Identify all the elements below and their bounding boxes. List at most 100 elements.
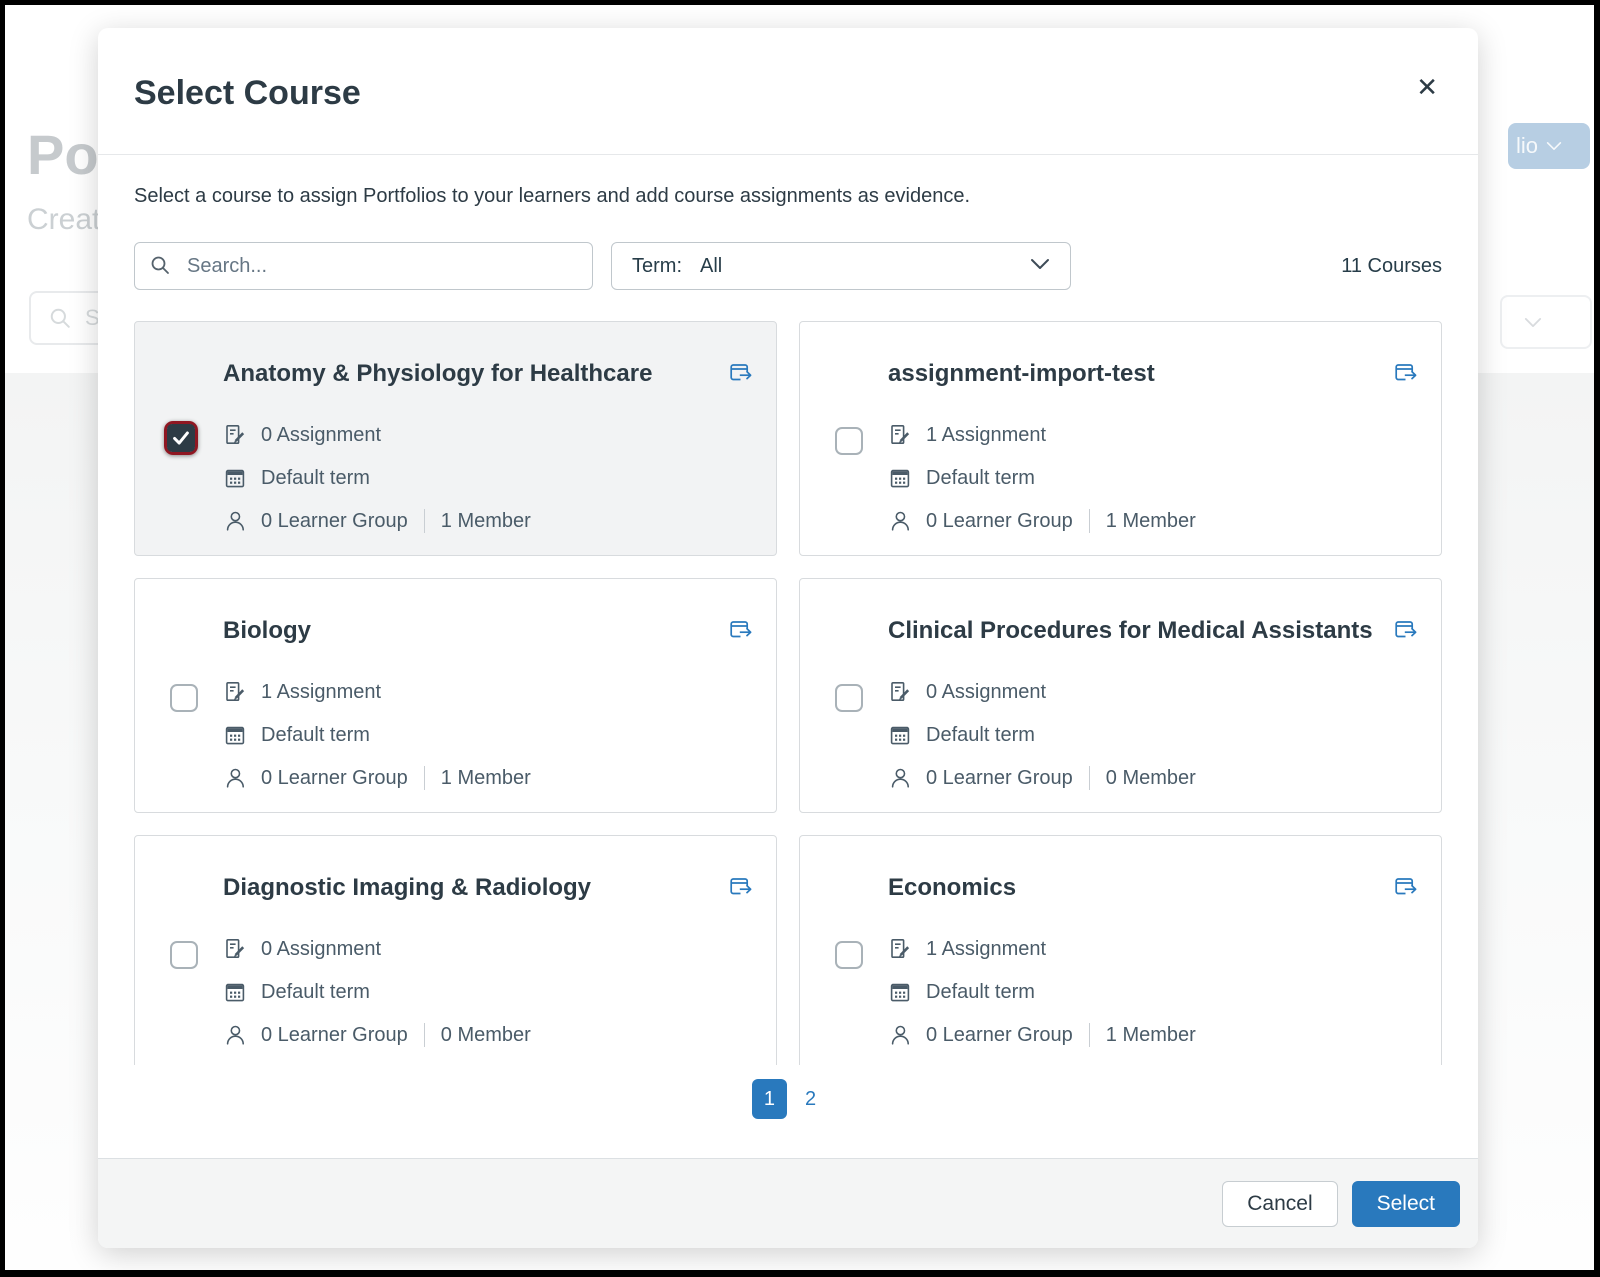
course-title: Biology	[223, 617, 311, 645]
term-name: Default term	[926, 467, 1035, 490]
course-checkbox[interactable]	[835, 941, 863, 969]
assignment-icon	[888, 680, 912, 704]
course-card-diagnostic-imaging[interactable]: Diagnostic Imaging & Radiology 0 Assignm…	[134, 835, 777, 1065]
search-icon	[150, 255, 170, 280]
calendar-icon	[888, 723, 912, 747]
course-card-clinical-procedures[interactable]: Clinical Procedures for Medical Assistan…	[799, 578, 1442, 813]
course-title: Anatomy & Physiology for Healthcare	[223, 360, 652, 388]
course-count: 11 Courses	[1341, 255, 1442, 278]
member-count: 0 Member	[441, 1024, 531, 1047]
person-icon	[888, 1023, 912, 1047]
learner-group-count: 0 Learner Group	[261, 510, 408, 533]
assignment-count: 0 Assignment	[261, 938, 381, 961]
term-name: Default term	[261, 981, 370, 1004]
filter-controls: Term: All 11 Courses	[134, 242, 1442, 290]
chevron-down-icon	[1030, 257, 1050, 275]
open-course-icon[interactable]	[1393, 362, 1419, 386]
modal-title: Select Course	[134, 72, 1442, 114]
assignment-count: 1 Assignment	[926, 424, 1046, 447]
person-icon	[888, 509, 912, 533]
divider	[1089, 509, 1090, 533]
screenshot-frame: Por Creat Se lio Select Course ✕ Select …	[0, 0, 1600, 1277]
modal-footer: Cancel Select	[98, 1158, 1478, 1248]
search-icon	[49, 307, 71, 329]
assignment-count: 0 Assignment	[926, 681, 1046, 704]
assignment-count: 1 Assignment	[261, 681, 381, 704]
member-count: 1 Member	[1106, 510, 1196, 533]
select-button[interactable]: Select	[1352, 1181, 1460, 1227]
term-name: Default term	[926, 724, 1035, 747]
learner-group-count: 0 Learner Group	[926, 767, 1073, 790]
course-card-biology[interactable]: Biology 1 Assignment Default term 0 Lear…	[134, 578, 777, 813]
course-checkbox[interactable]	[835, 427, 863, 455]
search-input[interactable]	[134, 242, 593, 290]
assignment-count: 1 Assignment	[926, 938, 1046, 961]
assignment-count: 0 Assignment	[261, 424, 381, 447]
divider	[1089, 1023, 1090, 1047]
portfolio-page: Por Creat Se lio Select Course ✕ Select …	[5, 5, 1594, 1270]
term-filter-value: All	[700, 255, 722, 278]
course-search	[134, 242, 593, 290]
cancel-button[interactable]: Cancel	[1222, 1181, 1337, 1227]
person-icon	[223, 1023, 247, 1047]
chevron-down-icon	[1524, 317, 1542, 328]
member-count: 1 Member	[1106, 1024, 1196, 1047]
checkmark-icon	[170, 427, 192, 449]
annotation-highlight	[164, 421, 198, 455]
pagination-page-2[interactable]: 2	[797, 1084, 824, 1115]
assignment-icon	[223, 937, 247, 961]
divider	[424, 509, 425, 533]
course-checkbox[interactable]	[170, 684, 198, 712]
open-course-icon[interactable]	[728, 876, 754, 900]
term-name: Default term	[926, 981, 1035, 1004]
select-course-modal: Select Course ✕ Select a course to assig…	[98, 28, 1478, 1248]
course-title: Clinical Procedures for Medical Assistan…	[888, 617, 1373, 645]
calendar-icon	[888, 980, 912, 1004]
course-checkbox[interactable]	[167, 424, 195, 452]
course-card-assignment-import-test[interactable]: assignment-import-test 1 Assignment Defa…	[799, 321, 1442, 556]
course-title: Economics	[888, 874, 1016, 902]
term-filter-select[interactable]: Term: All	[611, 242, 1071, 290]
pagination: 1 2	[98, 1079, 1478, 1119]
close-button[interactable]: ✕	[1410, 68, 1444, 106]
chevron-down-icon	[1546, 141, 1562, 151]
open-course-icon[interactable]	[1393, 876, 1419, 900]
calendar-icon	[223, 980, 247, 1004]
backdrop-page-subtitle: Creat	[27, 203, 100, 237]
calendar-icon	[223, 723, 247, 747]
assignment-icon	[888, 937, 912, 961]
pagination-page-1[interactable]: 1	[752, 1079, 787, 1119]
member-count: 0 Member	[1106, 767, 1196, 790]
term-filter-label: Term:	[632, 255, 682, 278]
person-icon	[223, 509, 247, 533]
member-count: 1 Member	[441, 510, 531, 533]
divider	[1089, 766, 1090, 790]
course-title: Diagnostic Imaging & Radiology	[223, 874, 591, 902]
assignment-icon	[888, 423, 912, 447]
member-count: 1 Member	[441, 767, 531, 790]
divider	[424, 1023, 425, 1047]
open-course-icon[interactable]	[728, 362, 754, 386]
backdrop-button-label: lio	[1516, 133, 1538, 159]
person-icon	[223, 766, 247, 790]
course-checkbox[interactable]	[170, 941, 198, 969]
backdrop-create-portfolio-button: lio	[1508, 123, 1590, 169]
course-card-grid: Anatomy & Physiology for Healthcare 0 As…	[134, 321, 1442, 1065]
modal-header: Select Course ✕	[98, 28, 1478, 155]
assignment-icon	[223, 423, 247, 447]
open-course-icon[interactable]	[728, 619, 754, 643]
learner-group-count: 0 Learner Group	[261, 767, 408, 790]
term-name: Default term	[261, 467, 370, 490]
backdrop-dropdown	[1500, 295, 1592, 349]
learner-group-count: 0 Learner Group	[926, 510, 1073, 533]
course-card-anatomy[interactable]: Anatomy & Physiology for Healthcare 0 As…	[134, 321, 777, 556]
open-course-icon[interactable]	[1393, 619, 1419, 643]
course-title: assignment-import-test	[888, 360, 1155, 388]
person-icon	[888, 766, 912, 790]
learner-group-count: 0 Learner Group	[926, 1024, 1073, 1047]
divider	[424, 766, 425, 790]
course-checkbox[interactable]	[835, 684, 863, 712]
calendar-icon	[888, 466, 912, 490]
modal-description: Select a course to assign Portfolios to …	[134, 183, 1442, 210]
course-card-economics[interactable]: Economics 1 Assignment Default term 0 Le…	[799, 835, 1442, 1065]
